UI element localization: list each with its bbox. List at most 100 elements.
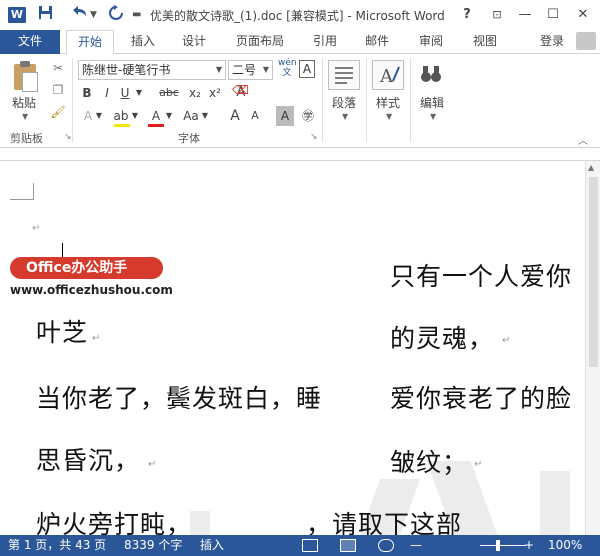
group-separator [366,58,367,142]
grow-font-icon[interactable]: A [228,106,242,126]
vertical-scrollbar[interactable]: ▲ [585,161,600,535]
change-case-button[interactable]: Aa [180,106,202,126]
font-size-box[interactable]: 二号 ▼ [228,60,273,80]
scroll-up-icon[interactable]: ▲ [588,163,594,172]
group-separator [322,58,323,142]
clipboard-group-label: 剪贴板 [10,132,43,145]
enclose-char-button[interactable]: ㊫ [298,106,318,126]
char-shading-button[interactable]: A [276,106,294,126]
chevron-down-icon[interactable]: ▼ [216,61,222,79]
read-mode-icon[interactable] [302,539,318,552]
paste-icon[interactable] [12,60,40,92]
scroll-thumb[interactable] [589,177,598,367]
char-border-icon[interactable]: A [299,60,315,78]
redo-icon[interactable] [108,5,124,26]
collapse-ribbon-icon[interactable]: ︿ [578,132,588,147]
paragraph-dropdown-icon[interactable]: ▼ [342,112,348,121]
font-color-bar [148,124,164,127]
phonetic-guide-icon[interactable]: wén 文 [278,58,297,80]
subscript-button[interactable]: x₂ [186,84,204,102]
page-count[interactable]: 第 1 页，共 43 页 [8,535,106,556]
tab-references[interactable]: 引用 [306,30,344,54]
font-group-label: 字体 [178,132,200,145]
office-badge: Office办公助手 [10,257,163,279]
italic-button[interactable]: I [100,84,114,102]
zoom-in-button[interactable]: + [524,535,534,556]
editing-button[interactable]: 编辑 [420,94,444,111]
tab-file[interactable]: 文件 [0,30,60,54]
group-separator [72,58,73,142]
undo-icon[interactable] [70,5,88,26]
window-title: 优美的散文诗歌_(1).doc [兼容模式] - Microsoft Word [150,9,445,23]
cut-icon[interactable]: ✂ [50,60,66,76]
poem-right-line-1: 只有一个人爱你 [390,262,573,291]
avatar[interactable] [576,32,596,50]
styles-icon[interactable]: A [372,60,404,90]
close-icon[interactable]: ✕ [572,4,594,26]
text-effects-dropdown-icon[interactable]: ▼ [94,106,104,126]
paragraph-mark: ↵ [148,459,157,470]
styles-button[interactable]: 样式 [376,94,400,111]
highlight-dropdown-icon[interactable]: ▼ [130,106,140,126]
tab-review[interactable]: 审阅 [412,30,450,54]
tab-design[interactable]: 设计 [174,30,214,54]
minimize-icon[interactable]: — [514,4,536,26]
highlight-icon[interactable]: ab [112,106,130,126]
word-count[interactable]: 8339 个字 [124,535,182,556]
binoculars-icon[interactable] [416,60,448,90]
paragraph-button[interactable]: 段落 [332,94,356,111]
paste-button[interactable]: 粘贴 [12,94,36,111]
customize-toolbar-icon[interactable]: ▬ [132,5,141,25]
font-name-box[interactable]: 陈继世-硬笔行书 ▼ [78,60,226,80]
editing-dropdown-icon[interactable]: ▼ [430,112,436,121]
zoom-slider[interactable] [480,545,526,546]
document-page[interactable]: ↵ 叶芝 ↵ 当你老了，鬓发斑白，睡 思昏沉， ↵ 炉火旁打盹， ，请取下这部 … [0,161,585,535]
ribbon-display-options-icon[interactable]: ⊡ [486,4,508,26]
paste-dropdown-icon[interactable]: ▼ [22,112,28,121]
svg-text:A: A [379,66,394,87]
tab-home[interactable]: 开始 [66,30,114,55]
poem-right-line-2: 的灵魂， [390,324,495,353]
poem-left-line-3: 思昏沉， [36,446,141,475]
zoom-level[interactable]: 100% [548,535,582,556]
zoom-slider-handle[interactable] [496,540,500,551]
chevron-down-icon[interactable]: ▼ [263,61,269,79]
poem-right-line-3: 爱你衰老了的脸 [390,384,573,413]
undo-dropdown-icon[interactable]: ▼ [90,5,97,25]
save-icon[interactable] [38,5,53,25]
shrink-font-button[interactable]: A [248,106,262,126]
superscript-button[interactable]: x² [206,84,224,102]
word-app-icon[interactable]: W [8,7,26,23]
clear-formatting-icon[interactable]: ⌫ [232,82,249,98]
font-color-dropdown-icon[interactable]: ▼ [164,106,174,126]
paragraph-icon[interactable] [328,60,360,90]
print-layout-icon[interactable] [340,539,356,552]
change-case-dropdown-icon[interactable]: ▼ [200,106,210,126]
copy-icon[interactable]: ❐ [50,82,66,98]
poem-right-line-4: 皱纹； [390,448,469,477]
strikethrough-button[interactable]: abc [158,84,180,102]
tab-view[interactable]: 视图 [466,30,504,54]
paragraph-mark: ↵ [502,335,511,346]
styles-dropdown-icon[interactable]: ▼ [386,112,392,121]
zoom-out-button[interactable]: — [410,535,422,556]
office-badge-url: www.officezhushou.com [10,283,173,297]
insert-mode[interactable]: 插入 [200,535,224,556]
font-color-icon[interactable]: A [148,106,164,126]
format-painter-icon[interactable]: 🖌 [50,104,66,120]
tab-mailings[interactable]: 邮件 [358,30,396,54]
bold-button[interactable]: B [80,84,94,102]
underline-dropdown-icon[interactable]: ▼ [134,84,144,102]
tab-insert[interactable]: 插入 [124,30,162,54]
web-layout-icon[interactable] [378,539,394,552]
title-bar: W ▼ ▬ 优美的散文诗歌_(1).doc [兼容模式] - Microsoft… [0,0,600,30]
help-icon[interactable]: ? [456,4,478,26]
sign-in-link[interactable]: 登录 [540,30,564,52]
underline-button[interactable]: U [118,84,132,102]
font-launcher-icon[interactable]: ↘ [310,132,318,142]
tab-page-layout[interactable]: 页面布局 [230,30,290,54]
crop-mark [33,183,34,200]
clipboard-launcher-icon[interactable]: ↘ [64,132,72,142]
maximize-icon[interactable]: ☐ [542,4,564,26]
watermark-shape [540,471,570,535]
